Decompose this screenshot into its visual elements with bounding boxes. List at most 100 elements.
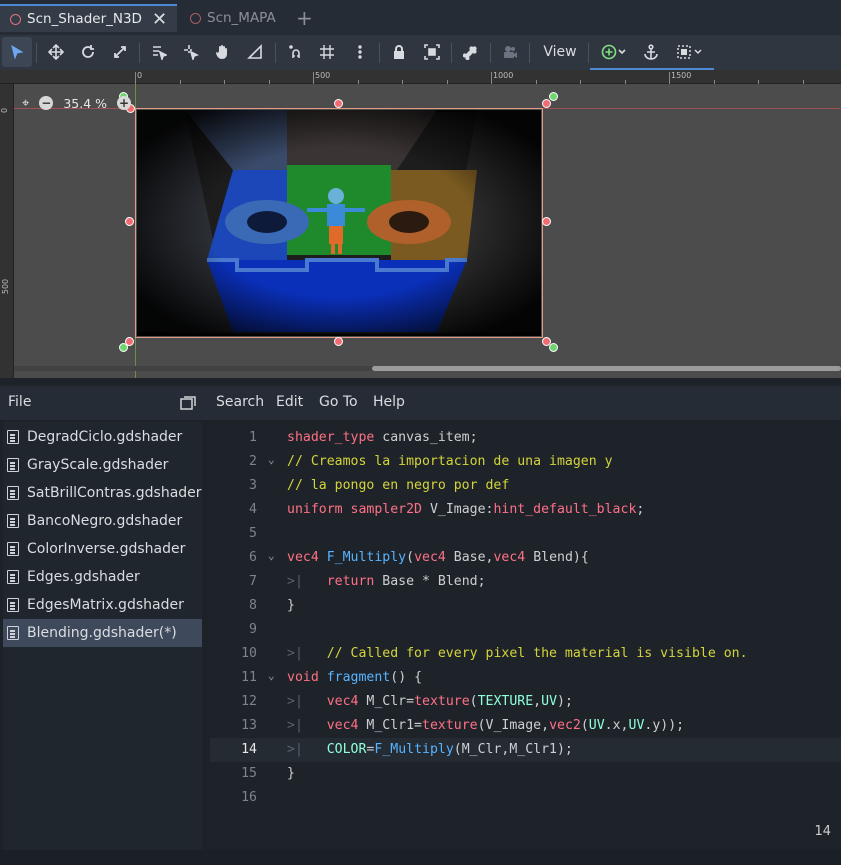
code-line[interactable]: 6 ⌄ vec4 F_Multiply(vec4 Base,vec4 Blend… xyxy=(210,546,841,570)
resize-handle[interactable] xyxy=(334,337,343,346)
code-line[interactable]: 1 shader_type canvas_item; xyxy=(210,426,841,450)
grid-snap-icon[interactable] xyxy=(312,37,342,67)
list-item[interactable]: Edges.gdshader xyxy=(3,563,202,591)
code-text: >| vec4 M_Clr1=texture(V_Image,vec2(UV.x… xyxy=(287,718,685,733)
list-item[interactable]: BancoNegro.gdshader xyxy=(3,507,202,535)
add-node-icon[interactable] xyxy=(594,37,634,67)
code-line[interactable]: 9 xyxy=(210,618,841,642)
pan-icon[interactable] xyxy=(208,37,238,67)
code-line[interactable]: 3 // la pongo en negro por def xyxy=(210,474,841,498)
center-view-icon[interactable]: ⌖ xyxy=(22,96,29,111)
code-line[interactable]: 7 >| return Base * Blend; xyxy=(210,570,841,594)
code-text: vec4 F_Multiply(vec4 Base,vec4 Blend){ xyxy=(287,550,589,565)
help-menu[interactable]: Help xyxy=(373,394,405,410)
anchor-handle[interactable] xyxy=(549,92,558,101)
panel-divider[interactable] xyxy=(0,378,841,386)
fold-arrow-icon[interactable]: ⌄ xyxy=(268,453,275,466)
code-text: void fragment() { xyxy=(287,670,423,685)
line-number: 2 xyxy=(249,454,257,469)
more-icon[interactable] xyxy=(345,37,375,67)
line-number: 8 xyxy=(249,598,257,613)
camera-icon[interactable] xyxy=(495,37,525,67)
scene-tab-mapa[interactable]: Scn_MAPA xyxy=(180,4,290,32)
list-item[interactable]: GrayScale.gdshader xyxy=(3,451,202,479)
zoom-controls: ⌖ − 35.4 % + xyxy=(22,94,132,112)
search-menu[interactable]: Search xyxy=(216,394,264,410)
file-icon xyxy=(7,570,19,584)
code-text: >| // Called for every pixel the materia… xyxy=(287,646,748,661)
list-item[interactable]: EdgesMatrix.gdshader xyxy=(3,591,202,619)
fold-arrow-icon[interactable]: ⌄ xyxy=(268,549,275,562)
goto-menu[interactable]: Go To xyxy=(319,394,358,410)
code-line[interactable]: 8 } xyxy=(210,594,841,618)
zoom-level[interactable]: 35.4 % xyxy=(63,96,107,111)
smart-snap-icon[interactable] xyxy=(281,37,311,67)
code-line[interactable]: 15 } xyxy=(210,762,841,786)
line-number: 12 xyxy=(241,694,257,709)
file-name: BancoNegro.gdshader xyxy=(27,513,183,529)
add-scene-icon[interactable]: + xyxy=(296,6,313,30)
code-line[interactable]: 10 >| // Called for every pixel the mate… xyxy=(210,642,841,666)
list-item[interactable]: ColorInverse.gdshader xyxy=(3,535,202,563)
scene-tab-shader[interactable]: Scn_Shader_N3D ✕ xyxy=(0,4,177,32)
resize-handle[interactable] xyxy=(542,217,551,226)
anchor-handle[interactable] xyxy=(119,343,128,352)
pivot-icon[interactable] xyxy=(176,37,206,67)
move-icon[interactable] xyxy=(41,37,71,67)
edit-menu[interactable]: Edit xyxy=(276,394,303,410)
resize-handle[interactable] xyxy=(125,217,134,226)
line-number: 10 xyxy=(241,646,257,661)
canvas-viewport[interactable]: 0 500 1000 1500 0 500 ⌖ − 35.4 % + xyxy=(0,70,841,378)
scale-icon[interactable] xyxy=(105,37,135,67)
list-item[interactable]: DegradCiclo.gdshader xyxy=(3,423,202,451)
resize-handle[interactable] xyxy=(334,99,343,108)
code-line[interactable]: 16 xyxy=(210,786,841,810)
bone-icon[interactable] xyxy=(456,37,486,67)
list-item[interactable]: SatBrillContras.gdshader xyxy=(3,479,202,507)
view-menu-button[interactable]: View xyxy=(535,37,585,67)
horizontal-scrollbar-thumb[interactable] xyxy=(372,366,841,371)
line-number: 1 xyxy=(249,430,257,445)
rotate-icon[interactable] xyxy=(73,37,103,67)
fold-arrow-icon[interactable]: ⌄ xyxy=(268,669,275,682)
group-icon[interactable] xyxy=(417,37,447,67)
code-line[interactable]: 4 uniform sampler2D V_Image:hint_default… xyxy=(210,498,841,522)
code-line[interactable]: 5 xyxy=(210,522,841,546)
camera-frame[interactable] xyxy=(135,108,543,338)
close-icon[interactable]: ✕ xyxy=(152,9,167,30)
toggle-scripts-panel-icon[interactable] xyxy=(180,395,196,414)
code-text: >| COLOR=F_Multiply(M_Clr,M_Clr1); xyxy=(287,742,573,757)
zoom-in-icon[interactable]: + xyxy=(117,96,132,110)
code-line[interactable]: 2 ⌄ // Creamos la importacion de una ima… xyxy=(210,450,841,474)
lock-icon[interactable] xyxy=(384,37,414,67)
scene-tab-label: Scn_Shader_N3D xyxy=(27,11,142,27)
list-item-selected[interactable]: Blending.gdshader(*) xyxy=(3,619,202,647)
code-line[interactable]: 11 ⌄ void fragment() { xyxy=(210,666,841,690)
file-name: ColorInverse.gdshader xyxy=(27,541,186,557)
layout-icon[interactable] xyxy=(670,37,710,67)
list-select-icon[interactable] xyxy=(144,37,174,67)
file-name: GrayScale.gdshader xyxy=(27,457,169,473)
anchor-handle[interactable] xyxy=(549,343,558,352)
file-name: SatBrillContras.gdshader xyxy=(27,485,202,501)
ruler-icon[interactable] xyxy=(240,37,270,67)
code-line-current[interactable]: 14 >| COLOR=F_Multiply(M_Clr,M_Clr1); xyxy=(210,738,841,762)
file-menu[interactable]: File xyxy=(8,394,31,410)
code-text: } xyxy=(287,598,295,613)
code-text: shader_type canvas_item; xyxy=(287,430,478,445)
ruler-label: 500 xyxy=(1,278,11,295)
file-icon xyxy=(7,542,19,556)
script-menu-bar: Search Edit Go To Help xyxy=(206,386,841,420)
anchor-icon[interactable] xyxy=(636,37,666,67)
ruler-label: 0 xyxy=(137,71,143,80)
code-line[interactable]: 12 >| vec4 M_Clr=texture(TEXTURE,UV); xyxy=(210,690,841,714)
code-line[interactable]: 13 >| vec4 M_Clr1=texture(V_Image,vec2(U… xyxy=(210,714,841,738)
ruler-label: 0 xyxy=(0,107,10,114)
zoom-out-icon[interactable]: − xyxy=(39,96,54,110)
code-editor[interactable]: 1 shader_type canvas_item; 2 ⌄ // Creamo… xyxy=(210,422,841,818)
line-number: 16 xyxy=(241,790,257,805)
line-number: 4 xyxy=(249,502,257,517)
file-icon xyxy=(7,430,19,444)
resize-handle[interactable] xyxy=(542,99,551,108)
select-icon[interactable] xyxy=(2,37,32,67)
